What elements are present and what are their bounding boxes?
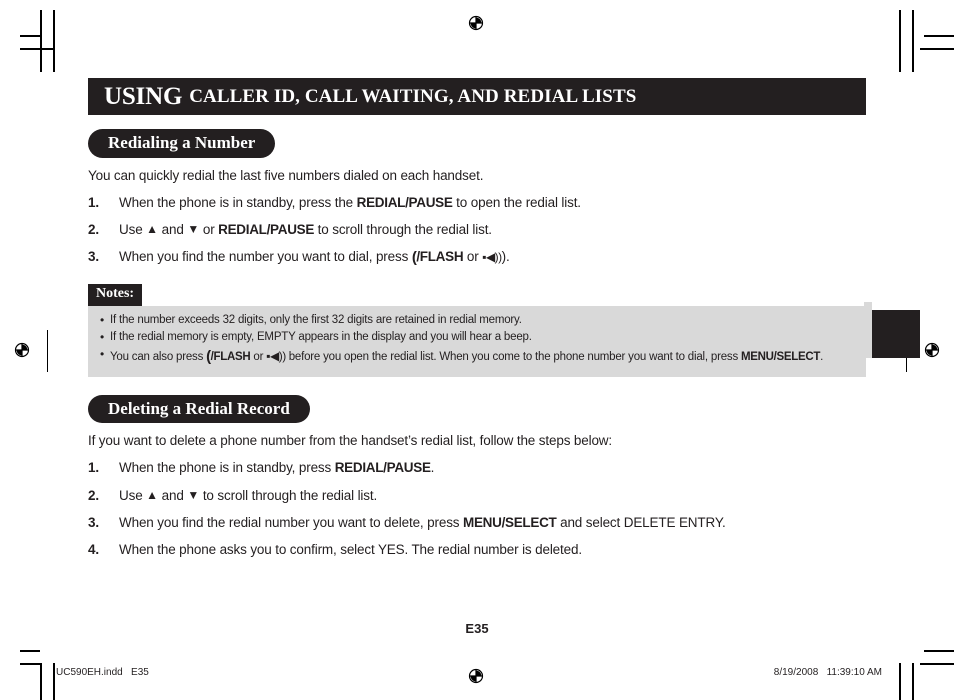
thumb-tab-marker: [872, 310, 920, 358]
note-text: If the number exceeds 32 digits, only th…: [110, 313, 522, 326]
step-number: 1.: [88, 194, 99, 210]
registration-mark-top-icon: [466, 13, 486, 33]
step-number: 2.: [88, 487, 99, 503]
step-text: When the phone is in standby, press REDI…: [119, 460, 435, 476]
crop-mark-bottom-left-horizontal-inner: [20, 663, 41, 665]
key-label: REDIAL/PAUSE: [218, 221, 315, 237]
chapter-title-bar: USING CALLER ID, CALL WAITING, AND REDIA…: [88, 78, 866, 115]
step-number: 1.: [88, 460, 99, 476]
step-number: 3.: [88, 249, 99, 265]
step-item: 1. When the phone is in standby, press th…: [88, 194, 866, 212]
arrow-up-icon: ▲: [146, 221, 159, 236]
step-item: 4. When the phone asks you to confirm, se…: [88, 541, 866, 559]
section-pill-label: Deleting a Redial Record: [88, 394, 310, 424]
step-text: Use ▲ and ▼ or REDIAL/PAUSE to scroll th…: [119, 221, 492, 237]
note-text: If the redial memory is empty, EMPTY app…: [110, 330, 532, 343]
step-item: 3. When you find the number you want to d…: [88, 248, 866, 268]
step-number: 3.: [88, 514, 99, 530]
section-intro-redialing: You can quickly redial the last five num…: [88, 167, 484, 183]
bullet-icon: •: [100, 347, 105, 362]
crop-mark-bottom-right-vertical-outer: [912, 663, 914, 700]
registration-mark-bottom-icon: [466, 666, 486, 686]
notes-body: • If the number exceeds 32 digits, only t…: [88, 305, 866, 377]
key-label: /FLASH: [210, 351, 251, 364]
key-label: /FLASH: [416, 249, 464, 265]
section-heading-redialing-a-number: Redialing a Number: [88, 129, 866, 158]
speakerphone-icon: ▪◀)): [266, 349, 286, 364]
step-text: When you find the number you want to dia…: [119, 249, 510, 266]
step-text: When you find the redial number you want…: [119, 514, 726, 530]
arrow-up-icon: ▲: [146, 487, 159, 502]
step-item: 2. Use ▲ and ▼ to scroll through the redi…: [88, 487, 866, 505]
crop-mark-top-left-horizontal-outer: [20, 35, 40, 37]
step-text: Use ▲ and ▼ to scroll through the redial…: [119, 487, 378, 503]
crop-mark-bottom-left-horizontal-outer: [20, 650, 40, 652]
notes-block: Notes: • If the number exceeds 32 digits,…: [88, 284, 866, 377]
crop-mark-top-right-horizontal-inner: [920, 48, 954, 50]
step-number: 2.: [88, 221, 99, 237]
section-heading-deleting-a-redial-record: Deleting a Redial Record: [88, 394, 866, 424]
step-item: 2. Use ▲ and ▼ or REDIAL/PAUSE to scroll …: [88, 221, 866, 239]
notes-label: Notes:: [88, 284, 143, 306]
registration-mark-right-icon: [922, 340, 942, 360]
crop-mark-top-right-horizontal-outer: [924, 35, 954, 37]
trim-guide-left: [47, 330, 48, 372]
key-label: REDIAL/PAUSE: [334, 460, 431, 476]
crop-mark-top-left-horizontal-inner: [20, 48, 53, 50]
note-item: • You can also press (/FLASH or ▪◀)) befo…: [98, 346, 856, 369]
crop-mark-bottom-left-vertical-inner: [53, 663, 55, 700]
crop-mark-top-right-vertical-outer: [912, 10, 914, 72]
crop-mark-bottom-left-vertical-outer: [40, 663, 42, 700]
footer-timestamp: 8/19/2008 11:39:10 AM: [773, 667, 882, 678]
crop-mark-top-right-vertical-inner: [899, 10, 901, 72]
crop-mark-bottom-right-horizontal-outer: [924, 650, 954, 652]
key-label: MENU/SELECT: [741, 351, 821, 364]
section-intro-deleting: If you want to delete a phone number fro…: [88, 433, 613, 449]
page-number: E35: [465, 621, 489, 636]
arrow-down-icon: ▼: [187, 487, 200, 502]
notes-list: • If the number exceeds 32 digits, only t…: [98, 312, 856, 369]
key-label: MENU/SELECT: [463, 514, 557, 530]
note-item: • If the redial memory is empty, EMPTY ap…: [98, 329, 856, 346]
step-list-deleting: 1. When the phone is in standby, press RE…: [88, 459, 866, 559]
registration-mark-left-icon: [12, 340, 32, 360]
chapter-title-main: USING: [104, 83, 183, 110]
step-item: 1. When the phone is in standby, press RE…: [88, 459, 866, 477]
step-list-redialing: 1. When the phone is in standby, press th…: [88, 194, 866, 269]
note-item: • If the number exceeds 32 digits, only t…: [98, 312, 856, 329]
speakerphone-icon: ▪◀)): [482, 250, 502, 265]
crop-mark-bottom-right-vertical-inner: [899, 663, 901, 700]
step-text: When the phone asks you to confirm, sele…: [119, 541, 582, 557]
arrow-down-icon: ▼: [187, 221, 200, 236]
note-text: You can also press (/FLASH or ▪◀)) befor…: [110, 348, 823, 365]
step-text: When the phone is in standby, press the …: [119, 194, 581, 210]
crop-mark-top-left-vertical-outer: [40, 10, 42, 72]
step-number: 4.: [88, 541, 99, 557]
footer-file-slug: UC590EH.indd E35: [56, 667, 149, 678]
crop-mark-top-left-vertical-inner: [53, 10, 55, 72]
step-item: 3. When you find the redial number you wa…: [88, 514, 866, 532]
chapter-title-rest: CALLER ID, CALL WAITING, AND REDIAL LIST…: [189, 86, 637, 107]
key-label: REDIAL/PAUSE: [356, 194, 453, 210]
crop-mark-bottom-right-horizontal-inner: [920, 663, 954, 665]
section-pill-label: Redialing a Number: [88, 129, 276, 158]
bullet-icon: •: [100, 312, 105, 327]
bullet-icon: •: [100, 329, 105, 344]
page-content: USING CALLER ID, CALL WAITING, AND REDIA…: [88, 78, 866, 559]
